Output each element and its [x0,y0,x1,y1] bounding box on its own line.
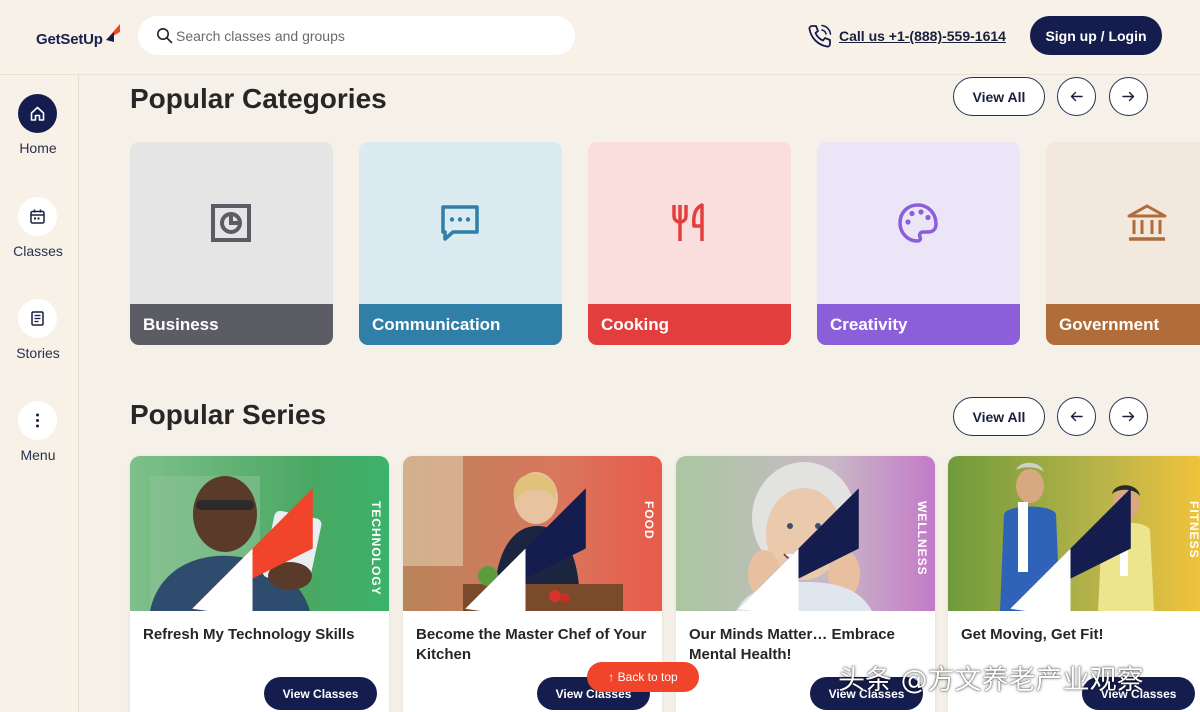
series-title: Become the Master Chef of Your Kitchen [416,626,647,663]
category-card-business[interactable]: Business [130,142,333,345]
series-title: Get Moving, Get Fit! [961,626,1104,643]
call-us-link[interactable]: Call us +1-(888)-559-1614 [839,28,1006,44]
sidebar-item-stories[interactable]: Stories [0,299,79,379]
sidebar-item-menu[interactable]: Menu [0,401,79,481]
home-icon [30,106,45,121]
menu-button-circle[interactable] [18,401,57,440]
sidebar-item-classes[interactable]: Classes [0,197,79,277]
calendar-icon [30,209,45,224]
view-classes-button[interactable]: View Classes [264,677,377,710]
sidebar-item-label: Classes [13,243,63,259]
series-prev-button[interactable] [1057,397,1096,436]
series-category-tag: WELLNESS [915,501,929,576]
sidebar-item-label: Menu [20,447,56,463]
sidebar-nav: Home Classes Stories Menu [0,75,79,712]
main-content: Popular Categories View All Business Com… [80,76,1200,712]
sidebar-item-label: Home [19,140,57,156]
category-card-top [817,142,1020,304]
logo-flag-icon [106,24,120,42]
category-card-communication[interactable]: Communication [359,142,562,345]
getsetup-logo[interactable]: GetSetUp [36,22,126,52]
series-image: TECHNOLOGY [130,456,389,611]
category-card-top [1046,142,1200,304]
search-input[interactable] [176,16,556,55]
category-card-bar: Communication [359,304,562,345]
arrow-right-icon [1122,91,1135,102]
categories-next-button[interactable] [1109,77,1148,116]
classes-button-circle[interactable] [18,197,57,236]
category-card-top [359,142,562,304]
category-label: Creativity [830,315,908,334]
document-icon [31,311,44,326]
top-header: GetSetUp Call us +1-(888)-559-1614 Sign … [0,0,1200,75]
sidebar-item-home[interactable]: Home [0,94,79,174]
search-bar[interactable] [138,16,575,55]
popular-categories-title: Popular Categories [130,83,387,114]
chart-icon [211,204,251,242]
category-card-top [588,142,791,304]
search-icon [157,28,173,44]
categories-view-all-button[interactable]: View All [953,77,1045,116]
chat-icon [441,205,479,241]
series-card-technology[interactable]: TECHNOLOGY Refresh My Technology Skills … [130,456,389,712]
series-view-all-button[interactable]: View All [953,397,1045,436]
stories-button-circle[interactable] [18,299,57,338]
series-image: WELLNESS [676,456,935,611]
categories-prev-button[interactable] [1057,77,1096,116]
back-to-top-label: Back to top [617,670,678,684]
arrow-right-icon [1122,411,1135,422]
brand-flag-icon [1010,488,1131,611]
fork-knife-icon [672,203,704,241]
category-label: Communication [372,315,501,334]
watermark-text: 头条 @方文养老产业观察 [838,665,1144,696]
arrow-left-icon [1070,411,1083,422]
category-card-bar: Cooking [588,304,791,345]
category-label: Business [143,315,219,334]
series-category-tag: TECHNOLOGY [369,501,383,596]
brand-flag-icon [192,488,313,611]
series-image: FOOD [403,456,662,611]
series-image: FITNESS [948,456,1200,611]
category-card-creativity[interactable]: Creativity [817,142,1020,345]
popular-series-title: Popular Series [130,399,327,430]
more-vertical-icon [36,413,39,428]
signup-login-button[interactable]: Sign up / Login [1030,16,1162,55]
back-to-top-button[interactable]: ↑ Back to top [587,662,699,692]
bank-icon [1127,204,1167,241]
category-card-bar: Business [130,304,333,345]
series-category-tag: FITNESS [1187,501,1200,559]
category-label: Cooking [601,315,669,334]
category-card-top [130,142,333,304]
phone-icon[interactable] [806,22,834,50]
series-title: Refresh My Technology Skills [143,626,355,643]
brand-flag-icon [465,488,586,611]
home-button-circle[interactable] [18,94,57,133]
category-card-cooking[interactable]: Cooking [588,142,791,345]
category-label: Government [1059,315,1160,334]
series-next-button[interactable] [1109,397,1148,436]
series-category-tag: FOOD [642,501,656,540]
category-card-government[interactable]: Government [1046,142,1200,345]
logo-text: GetSetUp [36,31,103,48]
arrow-left-icon [1070,91,1083,102]
brand-flag-icon [738,488,859,611]
palette-icon [898,203,938,243]
arrow-up-icon: ↑ [608,670,615,684]
category-card-bar: Creativity [817,304,1020,345]
category-card-bar: Government [1046,304,1200,345]
sidebar-item-label: Stories [16,345,60,361]
